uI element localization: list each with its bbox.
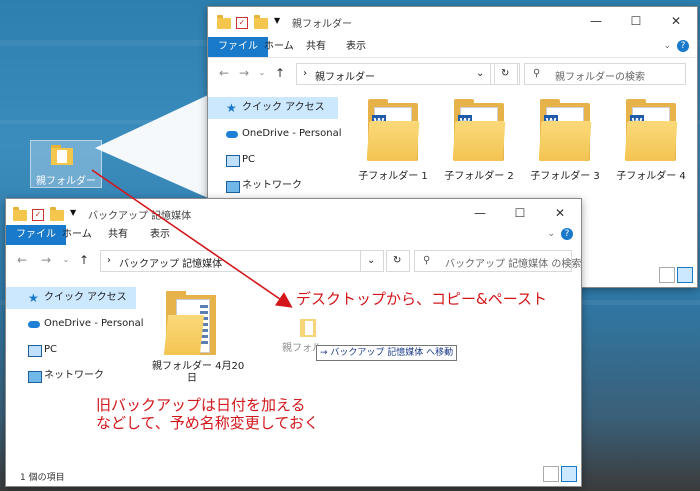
annotation-copy-paste: デスクトップから、コピー&ペースト	[296, 290, 547, 308]
annotation-rename-line2: などして、予め名称変更しておく	[96, 414, 319, 432]
